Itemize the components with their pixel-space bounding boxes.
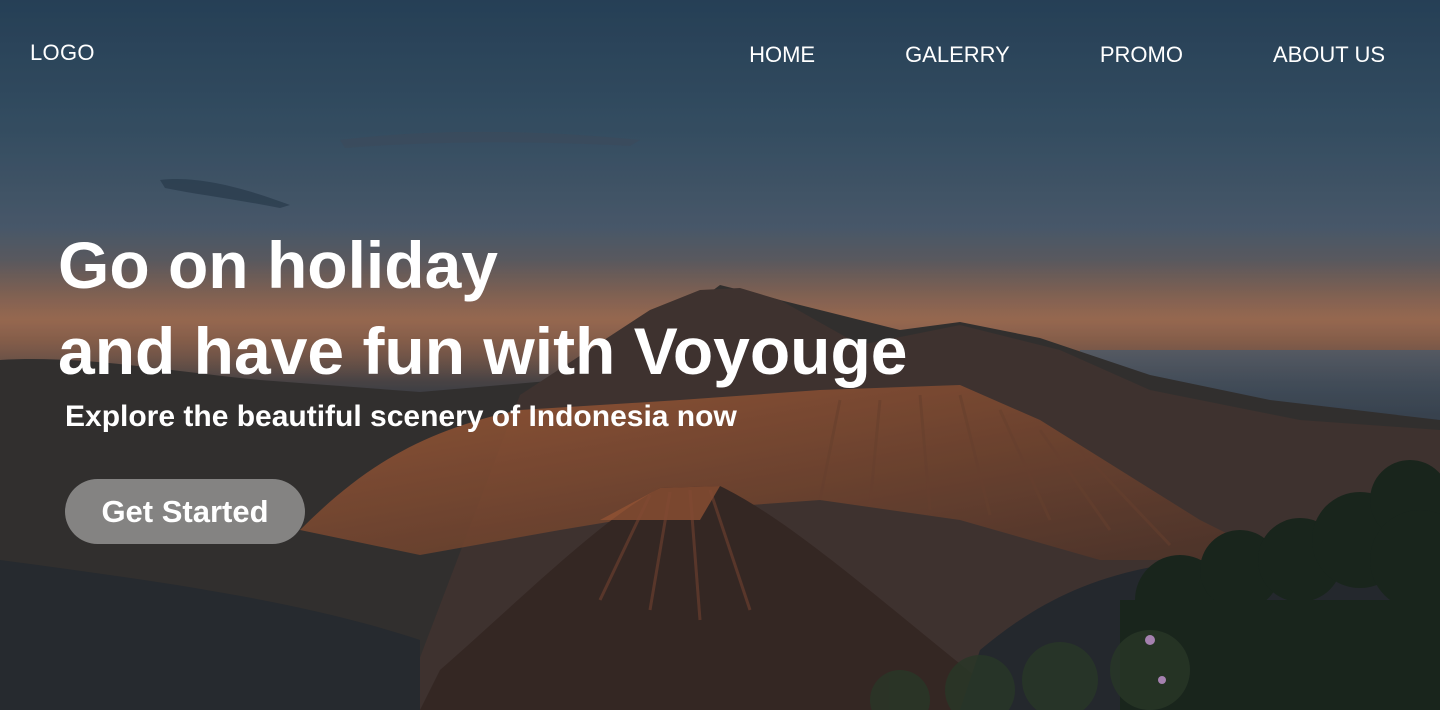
nav-item-about-us[interactable]: ABOUT US (1273, 42, 1385, 68)
hero-headline-line-1: Go on holiday (58, 228, 498, 302)
hero-headline-line-2: and have fun with Voyouge (58, 314, 908, 388)
logo[interactable]: LOGO (30, 40, 95, 66)
top-navigation: HOME GALERRY PROMO ABOUT US (749, 42, 1385, 68)
hero-headline: Go on holiday and have fun with Voyouge (58, 222, 908, 394)
nav-item-galerry[interactable]: GALERRY (905, 42, 1010, 68)
nav-item-home[interactable]: HOME (749, 42, 815, 68)
nav-item-promo[interactable]: PROMO (1100, 42, 1183, 68)
hero-section: LOGO HOME GALERRY PROMO ABOUT US Go on h… (0, 0, 1440, 710)
hero-subtitle: Explore the beautiful scenery of Indones… (65, 400, 737, 433)
get-started-button[interactable]: Get Started (65, 479, 305, 544)
